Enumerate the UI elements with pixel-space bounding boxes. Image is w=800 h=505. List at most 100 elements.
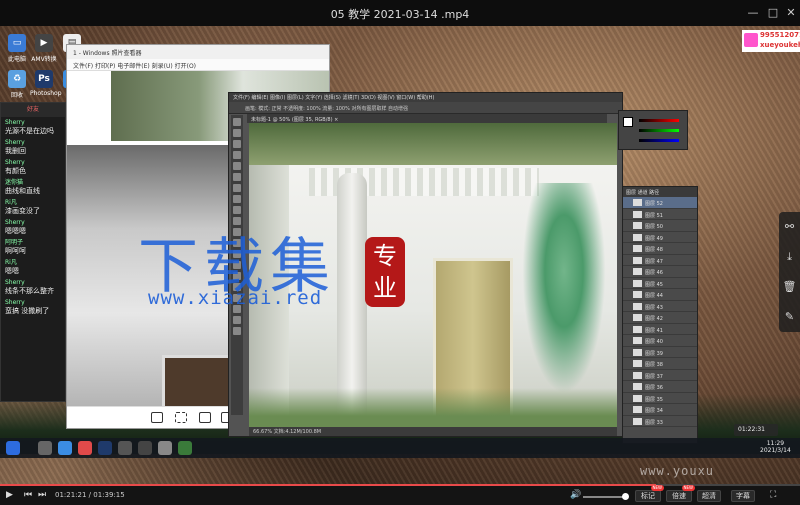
marquee-tool-icon[interactable] bbox=[233, 129, 241, 137]
layer-row[interactable]: 图层 37 bbox=[623, 370, 697, 381]
pc-icon: ▭ bbox=[8, 34, 26, 52]
stamp-tool-icon[interactable] bbox=[233, 206, 241, 214]
layer-row[interactable]: 图层 44 bbox=[623, 289, 697, 301]
desktop-icon[interactable]: ▶ AMV转换 bbox=[30, 34, 58, 63]
red-slider[interactable] bbox=[639, 119, 679, 122]
hand-tool-icon[interactable] bbox=[233, 316, 241, 324]
desktop-icon-label: AMV转换 bbox=[31, 56, 57, 63]
canvas-bush bbox=[249, 388, 617, 428]
ps-menu-bar[interactable]: 文件(F) 编辑(E) 图像(I) 图层(L) 文字(Y) 选择(S) 滤镜(T… bbox=[229, 93, 622, 102]
app-icon[interactable] bbox=[118, 441, 132, 455]
slideshow-icon[interactable] bbox=[151, 412, 163, 423]
prev-icon[interactable]: ⏮ bbox=[24, 490, 32, 501]
chat-text: 漆画变没了 bbox=[5, 207, 40, 215]
foreground-color-swatch[interactable] bbox=[623, 117, 633, 127]
amv-icon: ▶ bbox=[35, 34, 53, 52]
speed-label: 倍速 bbox=[672, 492, 686, 500]
chat-sender: Sherry bbox=[5, 219, 25, 226]
speed-button[interactable]: 倍速 NEW bbox=[666, 485, 695, 502]
zoom-tool-icon[interactable] bbox=[233, 327, 241, 335]
chat-message: Sherry 嗯嗯嗯 bbox=[1, 217, 65, 237]
layer-row[interactable]: 图层 35 bbox=[623, 393, 697, 404]
move-tool-icon[interactable] bbox=[233, 118, 241, 126]
browser-icon[interactable] bbox=[58, 441, 72, 455]
ps-taskbar-icon[interactable] bbox=[98, 441, 112, 455]
layer-row[interactable]: 图层 45 bbox=[623, 278, 697, 289]
caption-button[interactable]: 字幕 bbox=[731, 490, 755, 502]
minimize-button[interactable]: — bbox=[744, 4, 762, 22]
healing-tool-icon[interactable] bbox=[233, 184, 241, 192]
layer-row[interactable]: 图层 49 bbox=[623, 232, 697, 243]
brush-tool-icon[interactable] bbox=[233, 195, 241, 203]
layers-panel-header[interactable]: 图层 通道 路径 bbox=[623, 187, 697, 197]
layer-row[interactable]: 图层 34 bbox=[623, 404, 697, 416]
actual-size-icon[interactable] bbox=[199, 412, 211, 423]
canvas-post bbox=[337, 173, 367, 423]
desktop-icon[interactable]: Ps Photoshop bbox=[30, 70, 62, 97]
layer-row[interactable]: 图层 50 bbox=[623, 220, 697, 232]
ps-color-panel[interactable] bbox=[618, 110, 688, 150]
fit-icon[interactable] bbox=[175, 412, 187, 423]
ps-layers-panel[interactable]: 图层 通道 路径 图层 52 图层 51 图层 50 图层 49 图层 48 图层 47 图… bbox=[622, 186, 698, 444]
crop-tool-icon[interactable] bbox=[233, 162, 241, 170]
start-icon[interactable] bbox=[6, 441, 20, 455]
viewer-menu[interactable]: 文件(F) 打印(P) 电子邮件(E) 刻录(U) 打开(O) bbox=[67, 59, 329, 71]
desktop-icon[interactable]: ♻ 回收 bbox=[3, 70, 31, 99]
ps-document-tab[interactable]: 未标题-1 @ 50% (图层 35, RGB/8) × bbox=[247, 114, 607, 123]
quality-button[interactable]: 超清 bbox=[697, 490, 721, 502]
live-badge[interactable]: 995512071 xueyoukeh bbox=[742, 30, 800, 52]
live-username: xueyoukeh bbox=[760, 41, 800, 49]
layer-row[interactable]: 图层 39 bbox=[623, 347, 697, 358]
chat-title: 好友 bbox=[1, 103, 65, 117]
layer-list[interactable]: 图层 52 图层 51 图层 50 图层 49 图层 48 图层 47 图层 46 图层 45… bbox=[623, 197, 697, 427]
chat-text: 啊呵呵 bbox=[5, 247, 26, 255]
chrome-icon[interactable] bbox=[138, 441, 152, 455]
download-icon[interactable]: ⤓ bbox=[779, 242, 800, 272]
share-icon[interactable]: ⚯ bbox=[779, 212, 800, 242]
delete-icon[interactable]: 🗑 bbox=[779, 272, 800, 302]
volume-knob[interactable] bbox=[621, 493, 629, 500]
ps-options-bar[interactable]: 画笔: 模式: 正常 不透明度: 100% 流量: 100% 对所有图层取样 自… bbox=[229, 102, 622, 114]
layer-row[interactable]: 图层 46 bbox=[623, 266, 697, 278]
lasso-tool-icon[interactable] bbox=[233, 140, 241, 148]
pin-icon[interactable]: ✎ bbox=[779, 302, 800, 332]
volume-slider[interactable] bbox=[583, 493, 629, 500]
mark-button[interactable]: 标记 NEW bbox=[635, 485, 664, 502]
volume-icon[interactable]: 🔊 bbox=[570, 490, 581, 501]
chat-sender: 阿明子 bbox=[5, 239, 24, 246]
wand-tool-icon[interactable] bbox=[233, 151, 241, 159]
layer-row[interactable]: 图层 43 bbox=[623, 301, 697, 312]
fullscreen-icon[interactable]: ⛶ bbox=[770, 490, 776, 501]
watermark-url: www.xiazai.red bbox=[148, 287, 323, 309]
right-floating-toolbar: ⚯ ⤓ 🗑 ✎ bbox=[779, 212, 800, 332]
chat-message: Sherry 有颜色 bbox=[1, 157, 65, 177]
layer-row[interactable]: 图层 52 bbox=[623, 197, 697, 209]
layer-row[interactable]: 图层 51 bbox=[623, 209, 697, 220]
layer-row[interactable]: 图层 36 bbox=[623, 381, 697, 393]
layer-row[interactable]: 图层 40 bbox=[623, 335, 697, 347]
desktop-icon[interactable]: ▭ 此电脑 bbox=[3, 34, 31, 63]
next-icon[interactable]: ⏭ bbox=[38, 490, 46, 501]
layer-row[interactable]: 图层 47 bbox=[623, 255, 697, 266]
watermark-seal: 专业 bbox=[365, 237, 405, 307]
progress-bar[interactable] bbox=[0, 484, 800, 486]
close-button[interactable]: ✕ bbox=[782, 4, 800, 22]
play-icon[interactable]: ▶ bbox=[6, 490, 13, 501]
avatar bbox=[744, 33, 758, 47]
wechat-icon[interactable] bbox=[178, 441, 192, 455]
eyedropper-tool-icon[interactable] bbox=[233, 173, 241, 181]
blue-slider[interactable] bbox=[639, 139, 679, 142]
layer-row[interactable]: 图层 33 bbox=[623, 416, 697, 427]
maximize-button[interactable]: □ bbox=[764, 4, 782, 22]
chat-message: Ri凡 嗯嗯 bbox=[1, 257, 65, 277]
chat-sender: Sherry bbox=[5, 119, 25, 126]
search-icon[interactable] bbox=[38, 441, 52, 455]
layer-row[interactable]: 图层 38 bbox=[623, 358, 697, 370]
layer-row[interactable]: 图层 48 bbox=[623, 243, 697, 255]
green-slider[interactable] bbox=[639, 129, 679, 132]
chat-message: 阿明子 啊呵呵 bbox=[1, 237, 65, 257]
layer-row[interactable]: 图层 42 bbox=[623, 312, 697, 324]
media-icon[interactable] bbox=[78, 441, 92, 455]
layer-row[interactable]: 图层 41 bbox=[623, 324, 697, 335]
folder-icon[interactable] bbox=[158, 441, 172, 455]
